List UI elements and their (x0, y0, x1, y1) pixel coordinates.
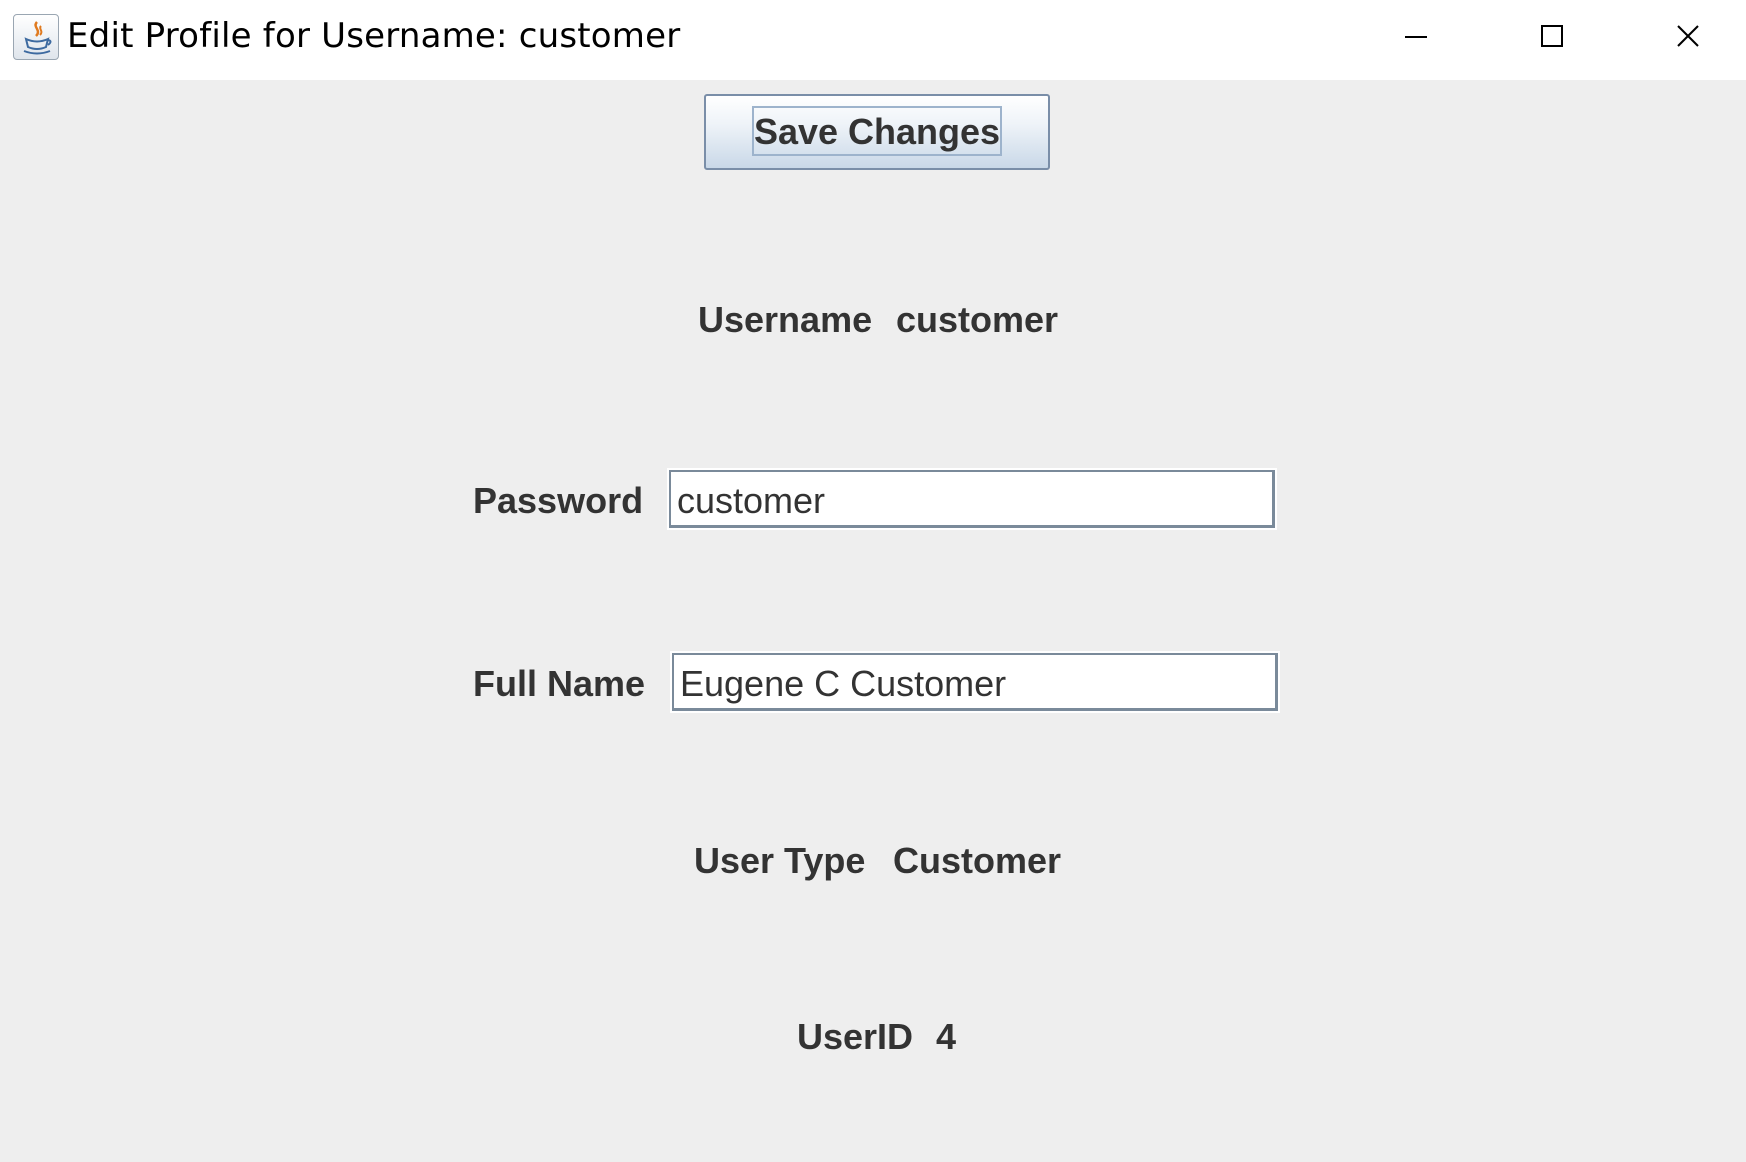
minimize-button[interactable] (1348, 0, 1484, 72)
maximize-button[interactable] (1484, 0, 1620, 72)
username-label: Username (698, 299, 873, 340)
fullname-field[interactable]: Eugene C Customer (670, 651, 1280, 713)
minimize-icon (1405, 36, 1427, 38)
userid-label: UserID (797, 1016, 914, 1057)
edit-profile-window: Edit Profile for Username: customer Save… (0, 0, 1746, 1162)
save-changes-label: Save Changes (753, 111, 1001, 152)
maximize-icon (1541, 25, 1563, 47)
userid-value: 4 (936, 1016, 957, 1057)
java-cup-icon (13, 14, 59, 60)
usertype-value: Customer (893, 840, 1062, 881)
close-icon (1677, 25, 1699, 47)
fullname-label: Full Name (473, 663, 646, 704)
window-title: Edit Profile for Username: customer (67, 16, 681, 56)
title-bar[interactable]: Edit Profile for Username: customer (0, 0, 1746, 80)
save-changes-button[interactable]: Save Changes (704, 94, 1050, 170)
usertype-label: User Type (694, 840, 866, 881)
password-label: Password (473, 480, 644, 521)
close-button[interactable] (1620, 0, 1746, 72)
password-field[interactable]: customer (667, 468, 1277, 530)
username-value: customer (896, 299, 1059, 340)
